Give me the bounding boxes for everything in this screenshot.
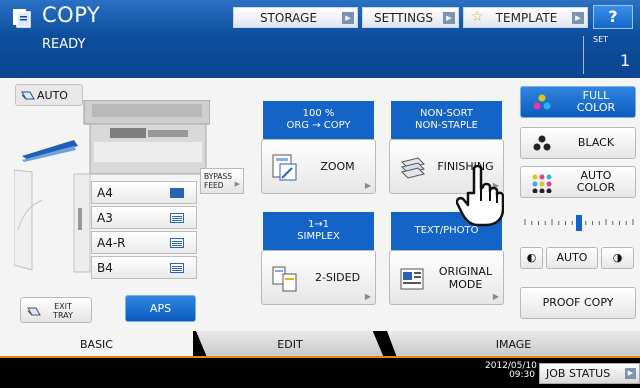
staple-mode: NON-STAPLE [415, 120, 478, 131]
chevron-right-icon: ▶ [492, 292, 499, 301]
top-bar: COPY READY STORAGE ▶ SETTINGS ▶ ☆ TEMPLA… [0, 0, 640, 78]
template-button[interactable]: ☆ TEMPLATE ▶ [463, 7, 588, 28]
density-marker [576, 215, 582, 231]
star-icon: ☆ [471, 9, 484, 25]
auto-color-label: AUTO COLOR [561, 167, 631, 197]
chevron-right-icon: ▶ [443, 12, 455, 24]
full-color-label: FULL COLOR [561, 87, 631, 117]
tab-basic[interactable]: BASIC [0, 331, 193, 358]
chevron-right-icon: ▶ [364, 181, 371, 190]
proof-copy-label: PROOF COPY [542, 296, 614, 309]
duplex-ratio: 1→1 [307, 219, 330, 230]
aps-button[interactable]: APS [125, 295, 196, 322]
two-sided-button[interactable]: 2-SIDED ▶ [261, 250, 376, 305]
darker-icon: ◑ [612, 251, 623, 264]
tray-paper-icon [170, 213, 184, 223]
zoom-icon [272, 154, 297, 181]
paper-trays: A4 A3 A4-R B4 [91, 181, 197, 281]
black-label: BLACK [577, 136, 615, 149]
set-label: SET [593, 35, 609, 44]
black-button[interactable]: BLACK [520, 127, 636, 159]
tray-label: A3 [97, 210, 113, 225]
auto-color-icon [532, 174, 552, 193]
lighter-button[interactable]: ◐ [520, 247, 543, 269]
tray-b4[interactable]: B4 [91, 256, 197, 279]
zoom-direction: ORG → COPY [286, 120, 351, 131]
set-count: 1 [620, 51, 631, 70]
app-title: COPY [42, 3, 101, 27]
original-mode-label: ORIGINAL MODE [438, 251, 493, 304]
original-mode-label-line2: MODE [448, 277, 483, 291]
status-text: READY [42, 37, 86, 52]
two-sided-label: 2-SIDED [314, 271, 361, 284]
full-color-button[interactable]: FULL COLOR [520, 86, 636, 118]
job-status-button[interactable]: JOB STATUS ▶ [539, 363, 640, 384]
copy-app-icon [13, 9, 31, 28]
zoom-ratio: 100 % [302, 108, 335, 119]
full-color-line2: COLOR [576, 101, 616, 114]
tab-image[interactable]: IMAGE [387, 331, 640, 358]
tray-paper-icon [170, 238, 184, 248]
two-sided-icon [272, 266, 297, 292]
tray-label: B4 [97, 260, 113, 275]
lighter-icon: ◐ [526, 251, 537, 264]
finishing-icon [401, 157, 425, 179]
black-dots-icon [533, 135, 551, 151]
finishing-setting-header: NON-SORT NON-STAPLE [391, 101, 502, 139]
datetime: 2012/05/10 09:30 [485, 362, 537, 380]
duplex-setting-header: 1→1 SIMPLEX [263, 212, 374, 250]
job-status-label: JOB STATUS [546, 367, 611, 380]
density-scale [524, 215, 634, 231]
tray-label: A4 [97, 185, 113, 200]
tray-label: A4-R [97, 235, 126, 250]
color-dots-icon [533, 94, 551, 110]
tray-paper-icon [170, 188, 184, 198]
auto-color-line2: COLOR [576, 181, 616, 194]
exit-tray-icon [27, 307, 41, 316]
exit-tray-label-line1: EXIT [54, 302, 72, 311]
proof-copy-button[interactable]: PROOF COPY [520, 287, 636, 319]
tray-a4-r[interactable]: A4-R [91, 231, 197, 254]
tab-edit[interactable]: EDIT [196, 331, 384, 358]
chevron-right-icon: ▶ [342, 12, 354, 24]
chevron-right-icon: ▶ [234, 180, 240, 188]
help-button[interactable]: ? [593, 5, 633, 29]
settings-label: SETTINGS [373, 10, 434, 25]
storage-label: STORAGE [259, 10, 318, 25]
tray-paper-icon [170, 263, 184, 273]
zoom-setting-header: 100 % ORG → COPY [263, 101, 374, 139]
settings-button[interactable]: SETTINGS ▶ [362, 7, 459, 28]
darker-button[interactable]: ◑ [601, 247, 634, 269]
density-auto-button[interactable]: AUTO [546, 247, 598, 269]
time-text: 09:30 [509, 370, 535, 380]
tray-a4[interactable]: A4 [91, 181, 197, 204]
original-mode-label-line1: ORIGINAL [438, 264, 493, 278]
auto-color-button[interactable]: AUTO COLOR [520, 166, 636, 198]
exit-tray-label-line2: TRAY [53, 311, 73, 320]
original-mode-button[interactable]: ORIGINAL MODE ▶ [389, 250, 504, 305]
chevron-right-icon: ▶ [364, 292, 371, 301]
duplex-mode: SIMPLEX [297, 231, 340, 242]
chevron-right-icon: ▶ [625, 368, 636, 379]
sort-mode: NON-SORT [420, 108, 473, 119]
set-divider [583, 36, 584, 74]
zoom-label: ZOOM [320, 160, 355, 173]
chevron-right-icon: ▶ [572, 12, 584, 24]
zoom-button[interactable]: ZOOM ▶ [261, 139, 376, 194]
storage-button[interactable]: STORAGE ▶ [233, 7, 358, 28]
exit-tray-button[interactable]: EXIT TRAY [20, 297, 92, 323]
original-mode-icon [400, 268, 424, 290]
tray-a3[interactable]: A3 [91, 206, 197, 229]
bypass-feed-button[interactable]: BYPASS FEED ▶ [200, 168, 244, 194]
template-label: TEMPLATE [495, 10, 558, 25]
hand-pointer-icon [456, 165, 504, 227]
